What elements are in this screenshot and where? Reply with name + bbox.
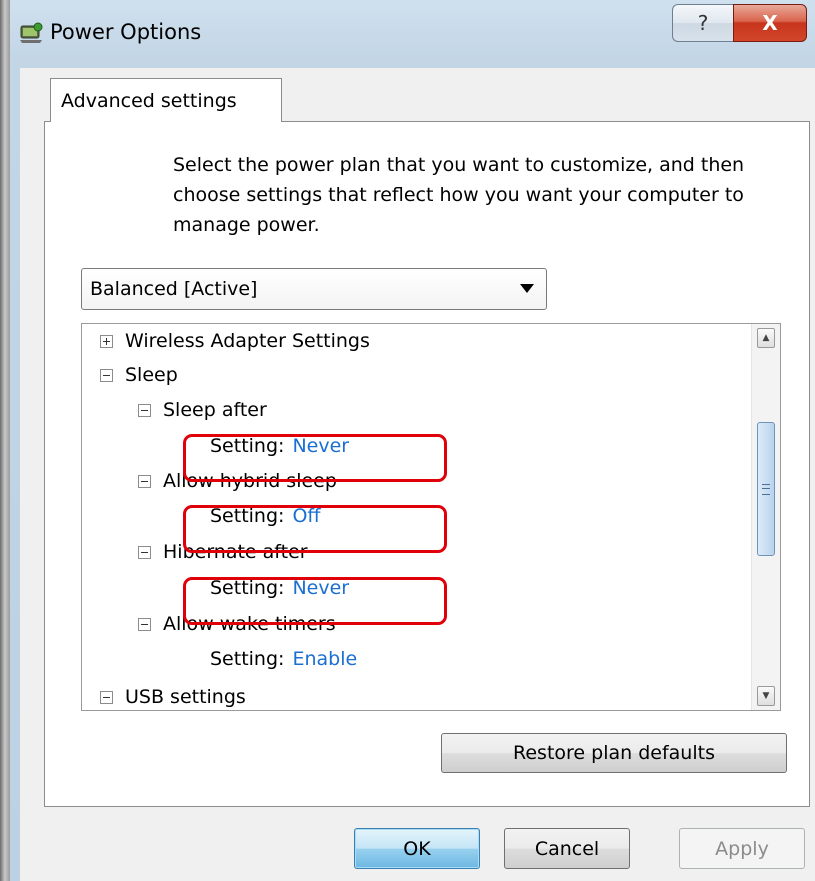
dialog-client: Advanced settings Select the power plan … [20, 68, 815, 881]
setting-value-link[interactable]: Never [292, 435, 349, 457]
tree-item-label: Allow wake timers [163, 613, 336, 635]
help-button[interactable]: ? [672, 4, 733, 42]
setting-label: Setting: [210, 648, 285, 670]
cancel-button[interactable]: Cancel [504, 828, 630, 869]
scroll-up-button[interactable]: ▲ [757, 328, 775, 348]
scroll-down-button[interactable]: ▼ [757, 686, 775, 706]
tree-item-label: Sleep [125, 364, 178, 386]
tree-item-wake-timers[interactable]: Allow wake timers [138, 607, 336, 641]
instructions-text: Select the power plan that you want to c… [173, 154, 745, 236]
collapse-minus-icon[interactable] [138, 403, 151, 417]
ok-button[interactable]: OK [354, 828, 480, 869]
setting-row-wake-timers[interactable]: Setting: Enable [210, 642, 357, 676]
collapse-minus-icon[interactable] [100, 368, 113, 382]
restore-defaults-button[interactable]: Restore plan defaults [441, 733, 787, 773]
setting-value-link[interactable]: Enable [292, 648, 357, 670]
setting-label: Setting: [210, 435, 285, 457]
tree-item-sleep-after[interactable]: Sleep after [138, 393, 267, 427]
tree-item-label: Allow hybrid sleep [163, 470, 337, 492]
power-plan-select[interactable]: Balanced [Active] [81, 268, 547, 310]
collapse-minus-icon[interactable] [138, 617, 151, 631]
dropdown-arrow-icon[interactable] [520, 284, 534, 293]
collapse-minus-icon[interactable] [138, 474, 151, 488]
setting-row-hybrid-sleep[interactable]: Setting: Off [210, 499, 320, 533]
setting-value-link[interactable]: Never [292, 577, 349, 599]
tree-scrollbar[interactable]: ▲ ▼ [751, 324, 780, 710]
tree-item-label: Wireless Adapter Settings [125, 330, 370, 352]
close-button[interactable]: X [733, 4, 807, 42]
setting-label: Setting: [210, 577, 285, 599]
apply-button: Apply [679, 828, 805, 869]
setting-row-hibernate-after[interactable]: Setting: Never [210, 571, 349, 605]
tab-panel: Select the power plan that you want to c… [44, 121, 810, 807]
tree-item-label: Sleep after [163, 399, 267, 421]
setting-row-sleep-after[interactable]: Setting: Never [210, 429, 349, 463]
collapse-minus-icon[interactable] [138, 545, 151, 559]
tree-item-usb[interactable]: USB settings [100, 680, 246, 710]
tree-item-hybrid-sleep[interactable]: Allow hybrid sleep [138, 464, 337, 498]
scrollbar-thumb[interactable] [757, 422, 775, 556]
tab-advanced-settings[interactable]: Advanced settings [50, 78, 282, 122]
settings-tree[interactable]: Wireless Adapter Settings Sleep Sleep af… [81, 323, 781, 711]
caption-buttons: ? X [672, 4, 807, 42]
power-options-icon [20, 22, 43, 43]
tree-item-hibernate-after[interactable]: Hibernate after [138, 535, 308, 569]
collapse-minus-icon[interactable] [100, 690, 113, 704]
power-plan-value: Balanced [Active] [90, 278, 258, 300]
grip-icon [762, 483, 770, 495]
tree-item-sleep[interactable]: Sleep [100, 358, 178, 392]
tree-item-label: Hibernate after [163, 541, 308, 563]
power-options-window: Power Options ? X Advanced settings Sele… [10, 0, 815, 881]
expand-plus-icon[interactable] [100, 334, 113, 348]
tree-item-wireless[interactable]: Wireless Adapter Settings [100, 324, 370, 358]
window-title: Power Options [50, 20, 202, 44]
tree-item-label: USB settings [125, 686, 246, 708]
setting-value-link[interactable]: Off [292, 505, 320, 527]
setting-label: Setting: [210, 505, 285, 527]
title-bar[interactable]: Power Options ? X [10, 0, 815, 68]
